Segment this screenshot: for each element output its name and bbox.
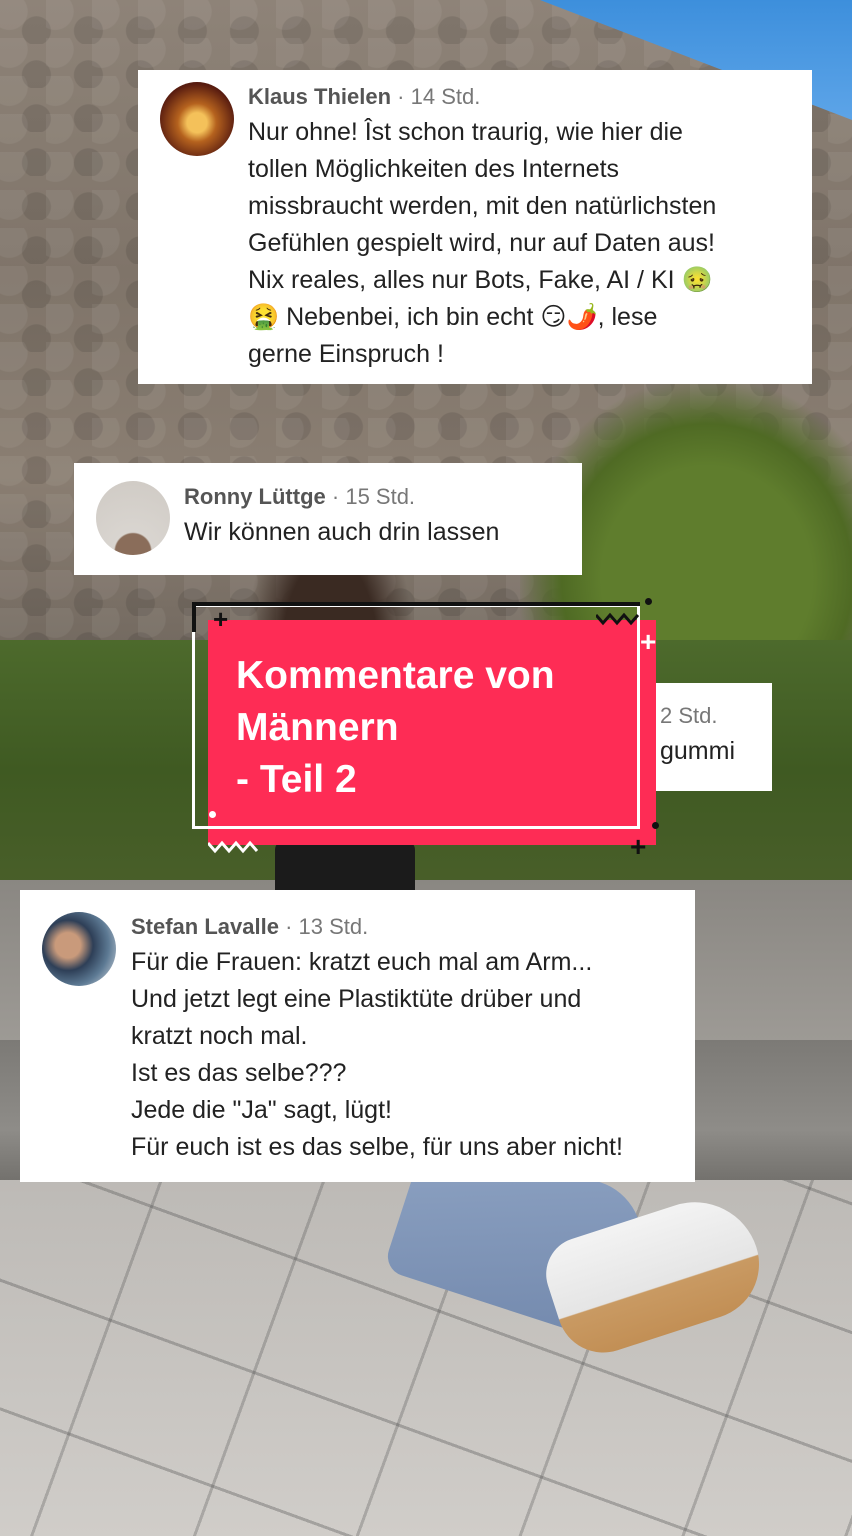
avatar[interactable] (96, 481, 170, 555)
comment-card-klaus[interactable]: Klaus Thielen · 14 Std. Nur ohne! Îst sc… (138, 70, 812, 384)
dot-decoration-icon (645, 598, 652, 605)
comment-meta: Stefan Lavalle · 13 Std. (131, 914, 368, 940)
comment-line: gummi (660, 737, 736, 765)
plus-decoration-icon: + (213, 604, 229, 634)
comment-text: Nur ohne! Îst schon traurig, wie hier di… (248, 114, 716, 373)
title-frame-dark-edge (192, 602, 640, 606)
comment-meta: Ronny Lüttge · 15 Std. (184, 484, 415, 510)
comment-line: 🤮 Nebenbei, ich bin echt 😏🌶️, lese (248, 303, 658, 331)
avatar[interactable] (160, 82, 234, 156)
title-text: Kommentare von Männern - Teil 2 (236, 650, 555, 806)
comment-time: 2 Std. (660, 703, 718, 728)
comment-line: kratzt noch mal. (131, 1022, 308, 1050)
comment-text: Wir können auch drin lassen (184, 514, 499, 551)
comment-line: gerne Einspruch ! (248, 340, 444, 368)
comment-line: Für euch ist es das selbe, für uns aber … (131, 1133, 623, 1161)
author-name[interactable]: Ronny Lüttge (184, 484, 326, 509)
title-line: - Teil 2 (236, 758, 357, 801)
title-line: Männern (236, 706, 399, 749)
avatar[interactable] (42, 912, 116, 986)
title-frame-dark-corner (192, 602, 196, 632)
author-name[interactable]: Klaus Thielen (248, 84, 391, 109)
comment-line: Nur ohne! Îst schon traurig, wie hier di… (248, 118, 683, 146)
comment-time: · 14 Std. (397, 84, 481, 109)
comment-line: Ist es das selbe??? (131, 1059, 347, 1087)
zigzag-decoration-icon (596, 612, 640, 626)
comment-card-stefan[interactable]: Stefan Lavalle · 13 Std. Für die Frauen:… (20, 890, 695, 1182)
comment-line: Jede die "Ja" sagt, lügt! (131, 1096, 392, 1124)
comment-text: Für die Frauen: kratzt euch mal am Arm..… (131, 944, 623, 1166)
dot-decoration-icon (652, 822, 659, 829)
comment-line: tollen Möglichkeiten des Internets (248, 155, 620, 183)
comment-line: Und jetzt legt eine Plastiktüte drüber u… (131, 985, 582, 1013)
comment-line: Nix reales, alles nur Bots, Fake, AI / K… (248, 266, 713, 294)
comment-time: · 13 Std. (285, 914, 369, 939)
plus-decoration-icon: + (630, 831, 647, 862)
author-name[interactable]: Stefan Lavalle (131, 914, 279, 939)
comment-line: missbraucht werden, mit den natürlichste… (248, 192, 717, 220)
comment-line: Für die Frauen: kratzt euch mal am Arm..… (131, 948, 593, 976)
zigzag-decoration-icon (208, 840, 258, 854)
dot-decoration-icon (209, 811, 216, 818)
comment-time: · 15 Std. (331, 484, 416, 509)
comment-card-ronny[interactable]: Ronny Lüttge · 15 Std. Wir können auch d… (74, 463, 582, 575)
plus-decoration-icon: + (640, 626, 657, 657)
comment-text: gummi (660, 733, 735, 770)
comment-line: Wir können auch drin lassen (184, 518, 500, 546)
comment-meta: Klaus Thielen · 14 Std. (248, 84, 480, 110)
title-line: Kommentare von (236, 654, 555, 697)
comment-line: Gefühlen gespielt wird, nur auf Daten au… (248, 229, 715, 257)
